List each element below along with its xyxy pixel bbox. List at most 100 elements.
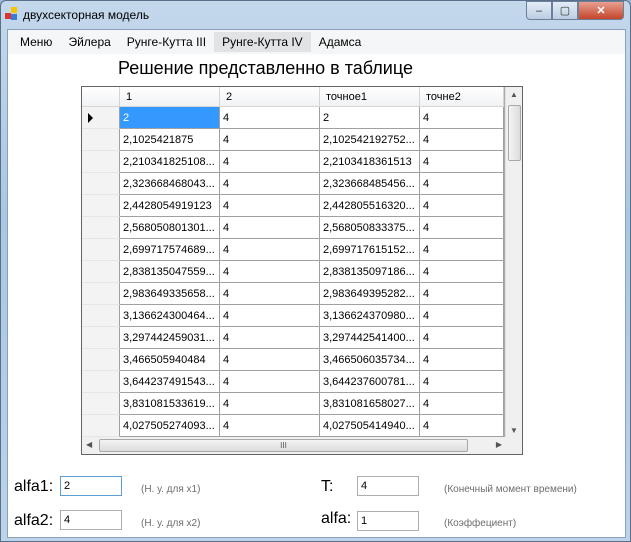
table-row[interactable]: 2,1025421875 4 2,102542192752... 4 (82, 129, 504, 151)
alfa-input[interactable]: 1 (357, 511, 419, 531)
table-cell[interactable]: 4 (420, 305, 504, 327)
table-cell[interactable]: 3,644237600781... (320, 371, 420, 393)
column-header[interactable]: 1 (120, 87, 220, 107)
table-cell[interactable]: 3,136624370980... (320, 305, 420, 327)
table-cell[interactable]: 4 (220, 195, 320, 217)
table-cell[interactable]: 4 (420, 195, 504, 217)
table-cell[interactable]: 2 (320, 107, 420, 129)
table-cell[interactable]: 4 (220, 129, 320, 151)
table-cell[interactable]: 4 (220, 327, 320, 349)
horizontal-scrollbar[interactable]: ◀ III ▶ (82, 437, 506, 454)
table-cell[interactable]: 2,983649395282... (320, 283, 420, 305)
menu-item[interactable]: Рунге-Кутта III (119, 32, 214, 52)
scroll-up-icon[interactable]: ▲ (510, 90, 518, 99)
column-header[interactable]: 2 (220, 87, 320, 107)
table-cell[interactable]: 4 (420, 129, 504, 151)
row-header[interactable] (82, 217, 120, 239)
table-cell[interactable]: 2,983649335658... (120, 283, 220, 305)
table-cell[interactable]: 2,568050833375... (320, 217, 420, 239)
table-cell[interactable]: 4 (220, 349, 320, 371)
table-cell[interactable]: 4 (220, 151, 320, 173)
table-row[interactable]: 3,466505940484 4 3,466506035734... 4 (82, 349, 504, 371)
results-grid[interactable]: 1 2 точное1 точне2 2 4 2 4 2,1025421875 4 2,10… (81, 86, 523, 455)
row-header[interactable] (82, 195, 120, 217)
row-header[interactable] (82, 305, 120, 327)
table-cell[interactable]: 4 (220, 305, 320, 327)
close-button[interactable]: ✕ (578, 1, 624, 20)
row-header[interactable] (82, 261, 120, 283)
table-row[interactable]: 2,323668468043... 4 2,323668485456... 4 (82, 173, 504, 195)
menu-item[interactable]: Эйлера (60, 32, 118, 52)
vertical-scrollbar[interactable]: ▲ ▼ (505, 87, 522, 438)
scroll-down-icon[interactable]: ▼ (510, 426, 518, 435)
row-header[interactable] (82, 129, 120, 151)
menu-item[interactable]: Меню (12, 32, 60, 52)
table-cell[interactable]: 4 (420, 151, 504, 173)
alfa2-input[interactable]: 4 (60, 510, 122, 530)
table-cell[interactable]: 2,102542192752... (320, 129, 420, 151)
table-cell[interactable]: 2,4428054919123 (120, 195, 220, 217)
table-row[interactable]: 3,297442459031... 4 3,297442541400... 4 (82, 327, 504, 349)
table-cell[interactable]: 3,297442459031... (120, 327, 220, 349)
table-cell[interactable]: 2 (120, 107, 220, 129)
table-cell[interactable]: 2,838135097186... (320, 261, 420, 283)
table-cell[interactable]: 3,644237491543... (120, 371, 220, 393)
table-row[interactable]: 2,4428054919123 4 2,442805516320... 4 (82, 195, 504, 217)
table-row[interactable]: 2,699717574689... 4 2,699717615152... 4 (82, 239, 504, 261)
row-header[interactable] (82, 393, 120, 415)
row-header[interactable] (82, 151, 120, 173)
row-header[interactable] (82, 239, 120, 261)
table-cell[interactable]: 4 (220, 107, 320, 129)
scroll-left-icon[interactable]: ◀ (86, 440, 92, 449)
table-cell[interactable]: 2,699717574689... (120, 239, 220, 261)
row-header[interactable] (82, 107, 120, 129)
table-cell[interactable]: 4 (420, 239, 504, 261)
table-row[interactable]: 3,644237491543... 4 3,644237600781... 4 (82, 371, 504, 393)
table-cell[interactable]: 4,027505274093... (120, 415, 220, 437)
table-cell[interactable]: 2,699717615152... (320, 239, 420, 261)
table-row[interactable]: 2,983649335658... 4 2,983649395282... 4 (82, 283, 504, 305)
table-row[interactable]: 3,136624300464... 4 3,136624370980... 4 (82, 305, 504, 327)
row-header[interactable] (82, 283, 120, 305)
table-cell[interactable]: 4 (420, 327, 504, 349)
horizontal-scroll-thumb[interactable]: III (99, 439, 468, 452)
table-cell[interactable]: 4 (220, 261, 320, 283)
table-row[interactable]: 3,831081533619... 4 3,831081658027... 4 (82, 393, 504, 415)
table-cell[interactable]: 3,136624300464... (120, 305, 220, 327)
table-cell[interactable]: 3,831081533619... (120, 393, 220, 415)
table-cell[interactable]: 2,210341825108... (120, 151, 220, 173)
table-cell[interactable]: 4 (220, 239, 320, 261)
row-header[interactable] (82, 327, 120, 349)
table-cell[interactable]: 4 (420, 415, 504, 437)
table-cell[interactable]: 4 (220, 371, 320, 393)
table-cell[interactable]: 4 (420, 393, 504, 415)
table-cell[interactable]: 3,466505940484 (120, 349, 220, 371)
menu-item[interactable]: Адамса (311, 32, 370, 52)
menu-item[interactable]: Рунге-Кутта IV (214, 32, 311, 52)
table-cell[interactable]: 3,466506035734... (320, 349, 420, 371)
column-header[interactable]: точне2 (420, 87, 504, 107)
row-header[interactable] (82, 371, 120, 393)
table-cell[interactable]: 2,1025421875 (120, 129, 220, 151)
t-input[interactable]: 4 (357, 476, 419, 496)
table-cell[interactable]: 4 (420, 371, 504, 393)
table-cell[interactable]: 4,027505414940... (320, 415, 420, 437)
table-cell[interactable]: 3,831081658027... (320, 393, 420, 415)
table-cell[interactable]: 4 (420, 283, 504, 305)
table-row[interactable]: 2424 (82, 107, 504, 129)
table-cell[interactable]: 4 (420, 217, 504, 239)
table-cell[interactable]: 2,838135047559... (120, 261, 220, 283)
scroll-right-icon[interactable]: ▶ (496, 440, 502, 449)
table-cell[interactable]: 2,323668485456... (320, 173, 420, 195)
maximize-button[interactable]: ▢ (552, 1, 578, 20)
column-header[interactable]: точное1 (320, 87, 420, 107)
minimize-button[interactable]: ‒ (526, 1, 552, 20)
table-row[interactable]: 4,027505274093... 4 4,027505414940... 4 (82, 415, 504, 437)
table-cell[interactable]: 4 (420, 173, 504, 195)
table-cell[interactable]: 4 (220, 173, 320, 195)
row-header[interactable] (82, 173, 120, 195)
vertical-scroll-thumb[interactable] (508, 105, 521, 161)
table-cell[interactable]: 4 (420, 261, 504, 283)
table-cell[interactable]: 4 (220, 415, 320, 437)
row-header[interactable] (82, 349, 120, 371)
